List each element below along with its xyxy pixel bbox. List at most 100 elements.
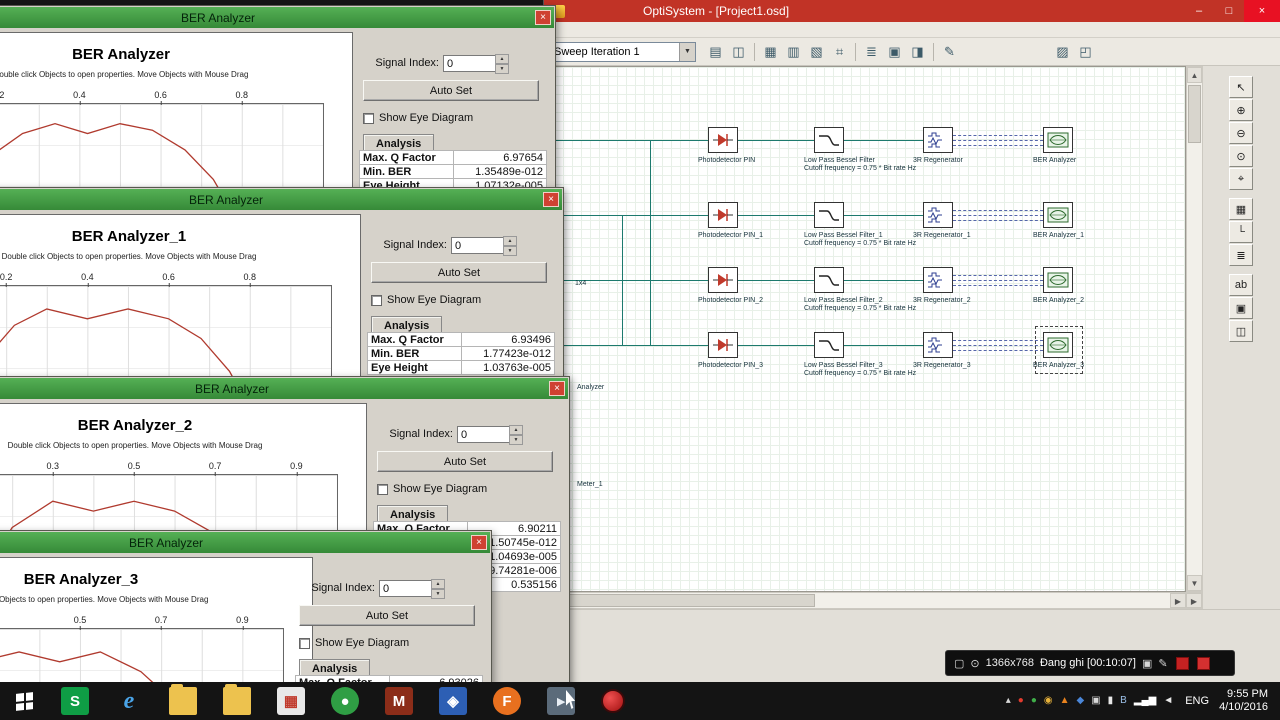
signal-index-input[interactable]: 0: [451, 236, 503, 254]
spin-down-icon[interactable]: ▼: [503, 246, 517, 256]
wire-tool-icon[interactable]: └: [1229, 221, 1253, 243]
auto-set-button[interactable]: Auto Set: [299, 605, 475, 626]
regenerator-component[interactable]: [923, 127, 953, 153]
snipping-icon[interactable]: ▦: [277, 687, 305, 715]
report-tool-icon[interactable]: ◫: [1229, 320, 1253, 342]
duplicate-layout-icon[interactable]: ◫: [728, 42, 749, 62]
vertical-scroll-thumb[interactable]: [1188, 85, 1201, 143]
tray-vlc-icon[interactable]: ▲: [1060, 695, 1070, 707]
scroll-right-end-icon[interactable]: ▶: [1186, 593, 1202, 608]
tray-update-icon[interactable]: ◆: [1077, 695, 1085, 707]
window-titlebar[interactable]: OptiSystem - [Project1.osd] – □ ×: [544, 0, 1280, 22]
maximize-button[interactable]: □: [1214, 0, 1244, 22]
filter-component[interactable]: [814, 202, 844, 228]
table-view-icon[interactable]: ▥: [783, 42, 804, 62]
spin-up-icon[interactable]: ▲: [509, 425, 523, 435]
language-indicator[interactable]: ENG: [1185, 695, 1209, 707]
network-icon[interactable]: ▂▄▆: [1134, 695, 1156, 707]
zoom-out-tool-icon[interactable]: ⊖: [1229, 122, 1253, 144]
checkbox-icon[interactable]: [299, 637, 310, 649]
pause-recording-button[interactable]: [1175, 656, 1189, 670]
show-eye-diagram-checkbox[interactable]: Show Eye Diagram: [371, 294, 481, 306]
layout-tool-icon[interactable]: ▦: [1229, 198, 1253, 220]
spin-down-icon[interactable]: ▼: [495, 64, 509, 74]
zoom-window-tool-icon[interactable]: ⊙: [1229, 145, 1253, 167]
scroll-right-icon[interactable]: ▶: [1170, 593, 1186, 608]
spin-down-icon[interactable]: ▼: [431, 589, 445, 599]
close-icon[interactable]: ×: [535, 10, 551, 25]
show-eye-diagram-checkbox[interactable]: Show Eye Diagram: [299, 637, 409, 649]
photodetector-component[interactable]: [708, 267, 738, 293]
checkbox-icon[interactable]: [377, 483, 388, 495]
firefox-icon[interactable]: F: [493, 687, 521, 715]
auto-set-button[interactable]: Auto Set: [363, 80, 539, 101]
annotation-icon[interactable]: ✎: [939, 42, 960, 62]
photodetector-component[interactable]: [708, 202, 738, 228]
volume-icon[interactable]: ◄: [1163, 695, 1173, 707]
auto-set-button[interactable]: Auto Set: [377, 451, 553, 472]
tray-defender-icon[interactable]: ▣: [1091, 695, 1100, 707]
photodetector-component[interactable]: [708, 127, 738, 153]
hidden-icons-chevron[interactable]: ▴: [1006, 695, 1011, 707]
signal-index-spinner[interactable]: ▲ ▼: [431, 579, 445, 599]
bluetooth-icon[interactable]: B: [1120, 695, 1127, 707]
text-tool-icon[interactable]: ab: [1229, 274, 1253, 296]
analyzer-component[interactable]: [1043, 267, 1073, 293]
scroll-down-icon[interactable]: ▼: [1187, 575, 1202, 591]
spin-up-icon[interactable]: ▲: [495, 54, 509, 64]
explorer-icon[interactable]: [169, 684, 197, 715]
ie-icon[interactable]: e: [115, 687, 143, 715]
signal-index-spinner[interactable]: ▲ ▼: [495, 54, 509, 74]
dialog-titlebar[interactable]: BER Analyzer ×: [0, 7, 554, 28]
align-tool-icon[interactable]: ≣: [1229, 244, 1253, 266]
analyzer-component[interactable]: [1043, 202, 1073, 228]
close-icon[interactable]: ×: [471, 535, 487, 550]
start-button[interactable]: [0, 682, 48, 720]
vertical-scrollbar[interactable]: ▲ ▼: [1186, 66, 1203, 592]
signal-index-spinner[interactable]: ▲ ▼: [503, 236, 517, 256]
checkbox-icon[interactable]: [363, 112, 374, 124]
store-icon[interactable]: S: [61, 687, 89, 715]
dialog-titlebar[interactable]: BER Analyzer ×: [0, 378, 568, 399]
image-export-icon[interactable]: ▨: [1052, 42, 1073, 62]
dialog-titlebar[interactable]: BER Analyzer ×: [0, 532, 490, 553]
close-button[interactable]: ×: [1244, 0, 1280, 22]
filter-component[interactable]: [814, 127, 844, 153]
matlab-icon[interactable]: M: [385, 687, 413, 715]
chevron-down-icon[interactable]: ▼: [679, 42, 695, 61]
spin-down-icon[interactable]: ▼: [509, 435, 523, 445]
checkbox-icon[interactable]: [371, 294, 382, 306]
analyzer-component[interactable]: [1043, 127, 1073, 153]
save-view-icon[interactable]: ◰: [1075, 42, 1096, 62]
chart-view-icon[interactable]: ▧: [806, 42, 827, 62]
horizontal-scrollbar[interactable]: ◀ ▶ ▶: [544, 592, 1203, 609]
sweep-iteration-select[interactable]: Sweep Iteration 1 ▼: [548, 41, 696, 62]
tray-record-icon[interactable]: ●: [1018, 695, 1024, 707]
battery-icon[interactable]: ▮: [1108, 695, 1114, 707]
taskbar-clock[interactable]: 9:55 PM 4/10/2016: [1219, 688, 1268, 714]
photodetector-component[interactable]: [708, 332, 738, 358]
split-view-icon[interactable]: ◨: [907, 42, 928, 62]
show-eye-diagram-checkbox[interactable]: Show Eye Diagram: [377, 483, 487, 495]
stop-recording-button[interactable]: [1196, 656, 1210, 670]
signal-index-input[interactable]: 0: [443, 54, 495, 72]
vs-icon[interactable]: ◈: [439, 687, 467, 715]
horizontal-scroll-thumb[interactable]: [565, 594, 815, 607]
scroll-up-icon[interactable]: ▲: [1187, 67, 1202, 83]
dialog-titlebar[interactable]: BER Analyzer ×: [0, 189, 562, 210]
pan-tool-icon[interactable]: ⌖: [1229, 168, 1253, 190]
webcam-icon[interactable]: ▣: [1142, 657, 1152, 670]
filter-component[interactable]: [814, 332, 844, 358]
spin-up-icon[interactable]: ▲: [431, 579, 445, 589]
tray-sync-icon[interactable]: ●: [1031, 695, 1037, 707]
close-icon[interactable]: ×: [549, 381, 565, 396]
signal-index-spinner[interactable]: ▲ ▼: [509, 425, 523, 445]
signal-index-input[interactable]: 0: [379, 579, 431, 597]
tray-browser-icon[interactable]: ◉: [1044, 695, 1053, 707]
recorder-icon[interactable]: ●: [331, 687, 359, 715]
select-tool-icon[interactable]: ↖: [1229, 76, 1253, 98]
matrix-icon[interactable]: ⌗: [829, 42, 850, 62]
folder-icon[interactable]: [223, 684, 251, 715]
auto-set-button[interactable]: Auto Set: [371, 262, 547, 283]
image-tool-icon[interactable]: ▣: [1229, 297, 1253, 319]
